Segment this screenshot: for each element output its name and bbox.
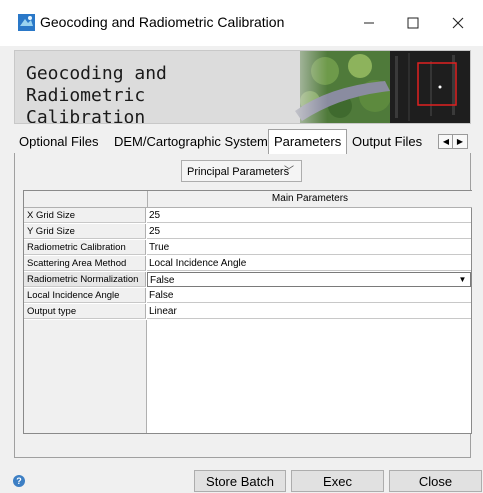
help-icon[interactable]: ?: [13, 475, 25, 487]
tab-strip: Optional Files DEM/Cartographic System P…: [14, 129, 470, 154]
tab-output-files[interactable]: Output Files: [347, 132, 427, 152]
exec-button[interactable]: Exec: [291, 470, 384, 492]
minimize-icon: [364, 22, 374, 24]
banner-title: Geocoding and Radiometric Calibration: [26, 63, 296, 124]
parameter-group-select-value: Principal Parameters: [187, 166, 290, 178]
close-button[interactable]: Close: [389, 470, 482, 492]
banner-image: [280, 51, 470, 123]
column-header-main-parameters: Main Parameters: [147, 191, 472, 208]
banner-title-line-1: Geocoding and Radiometric: [26, 63, 167, 106]
row-label-x-grid-size: X Grid Size: [24, 208, 146, 223]
row-label-scattering-area-method: Scattering Area Method: [24, 256, 146, 271]
row-value-local-incidence-angle[interactable]: False: [147, 288, 471, 303]
store-batch-button[interactable]: Store Batch: [194, 470, 286, 492]
app-logo-icon: [18, 14, 35, 31]
close-window-button[interactable]: [443, 10, 473, 36]
row-label-radiometric-calibration: Radiometric Calibration: [24, 240, 146, 255]
row-value-y-grid-size[interactable]: 25: [147, 224, 471, 239]
window-title: Geocoding and Radiometric Calibration: [40, 14, 285, 30]
minimize-button[interactable]: [354, 10, 384, 36]
row-value-radiometric-calibration[interactable]: True: [147, 240, 471, 255]
row-label-y-grid-size: Y Grid Size: [24, 224, 146, 239]
tab-dem-cartographic-system[interactable]: DEM/Cartographic System: [109, 132, 273, 152]
row-label-local-incidence-angle: Local Incidence Angle: [24, 288, 146, 303]
tab-parameters[interactable]: Parameters: [268, 129, 348, 154]
radiometric-normalization-value: False: [150, 275, 175, 286]
banner-title-line-2: Calibration: [26, 107, 146, 124]
label-column-empty-area: [24, 320, 147, 433]
title-bar: Geocoding and Radiometric Calibration: [0, 0, 483, 46]
parameters-table: Main Parameters X Grid Size 25 Y Grid Si…: [23, 190, 472, 434]
parameters-panel: Principal Parameters ﹀ Main Parameters X…: [14, 153, 472, 458]
row-value-x-grid-size[interactable]: 25: [147, 208, 471, 223]
scroll-right-icon: ▶: [456, 137, 464, 146]
close-icon: [452, 17, 464, 29]
table-corner: [24, 191, 147, 208]
row-value-scattering-area-method[interactable]: Local Incidence Angle: [147, 256, 471, 271]
header-banner: Geocoding and Radiometric Calibration: [14, 50, 471, 124]
tab-scroll-right-button[interactable]: ▶: [452, 134, 468, 149]
row-value-radiometric-normalization[interactable]: False ▼: [147, 272, 471, 287]
combo-dropdown-icon[interactable]: ▼: [457, 274, 468, 285]
row-label-output-type: Output type: [24, 304, 146, 319]
maximize-icon: [407, 17, 419, 29]
row-value-output-type[interactable]: Linear: [147, 304, 471, 319]
row-label-radiometric-normalization: Radiometric Normalization: [24, 272, 146, 287]
maximize-button[interactable]: [398, 10, 428, 36]
tab-optional-files[interactable]: Optional Files: [14, 132, 103, 152]
parameter-group-select[interactable]: Principal Parameters ﹀: [181, 160, 302, 182]
chevron-down-icon: ﹀: [284, 166, 294, 177]
scroll-left-icon: ◀: [442, 137, 450, 146]
